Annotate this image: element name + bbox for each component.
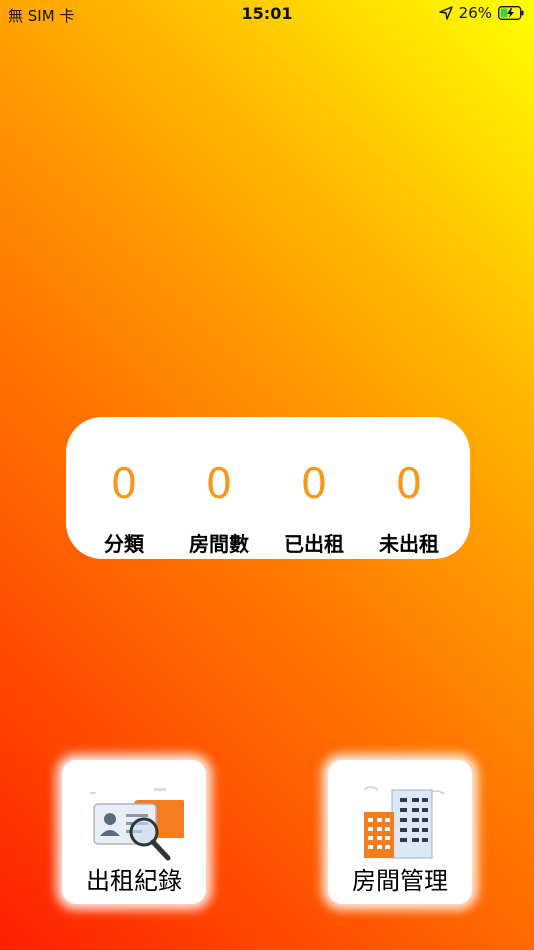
- id-card-search-icon: [90, 788, 184, 861]
- stat-label: 分類: [104, 532, 144, 556]
- stat-vacant: 0 未出租: [361, 417, 457, 559]
- stat-value: 0: [300, 459, 328, 508]
- stat-rooms: 0 房間數: [171, 417, 267, 559]
- tile-label: 出租紀錄: [86, 867, 182, 895]
- stat-value: 0: [205, 459, 233, 508]
- battery-percent: 26%: [458, 4, 492, 22]
- building-icon: [363, 786, 445, 859]
- location-arrow-icon: [438, 6, 453, 20]
- stat-label: 已出租: [284, 532, 344, 556]
- status-right: 26%: [438, 4, 524, 22]
- stat-value: 0: [395, 459, 423, 508]
- tile-label: 房間管理: [352, 867, 448, 895]
- stat-value: 0: [110, 459, 138, 508]
- battery-charging-icon: [498, 6, 524, 20]
- stat-rented: 0 已出租: [266, 417, 362, 559]
- room-management-button[interactable]: 房間管理: [328, 760, 472, 904]
- stat-label: 房間數: [189, 532, 249, 556]
- stat-categories: 0 分類: [76, 417, 172, 559]
- rental-records-button[interactable]: 出租紀錄: [62, 760, 206, 904]
- status-bar: 無 SIM 卡 15:01 26%: [0, 0, 534, 28]
- stats-card: 0 分類 0 房間數 0 已出租 0 未出租: [66, 417, 470, 559]
- stat-label: 未出租: [379, 532, 439, 556]
